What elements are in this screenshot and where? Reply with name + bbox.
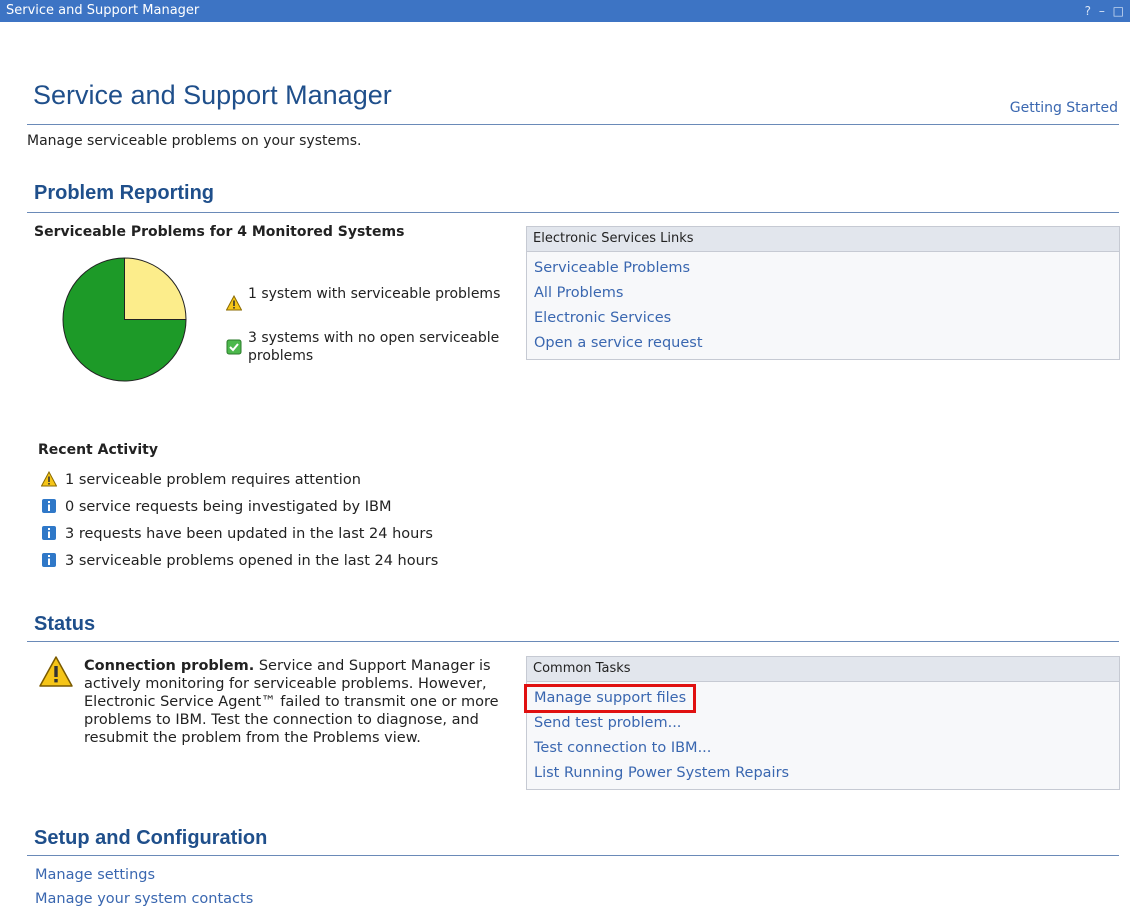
page-title: Service and Support Manager xyxy=(33,80,392,110)
link-serviceable-problems[interactable]: Serviceable Problems xyxy=(527,256,1119,281)
link-electronic-services[interactable]: Electronic Services xyxy=(527,306,1119,331)
link-list-running-repairs[interactable]: List Running Power System Repairs xyxy=(527,761,1119,786)
serviceable-problems-pie-chart xyxy=(62,257,187,382)
problem-reporting-divider xyxy=(27,212,1119,213)
panel-header: Common Tasks xyxy=(527,657,1119,682)
activity-text: 3 serviceable problems opened in the las… xyxy=(65,553,439,569)
status-heading: Status xyxy=(34,613,96,635)
activity-item: 0 service requests being investigated by… xyxy=(41,497,391,517)
legend-label: 1 system with serviceable problems xyxy=(248,286,501,302)
warning-icon xyxy=(39,656,73,687)
activity-text: 1 serviceable problem requires attention xyxy=(65,472,361,488)
warning-icon xyxy=(226,295,242,311)
header-divider xyxy=(27,124,1119,125)
window-titlebar: Service and Support Manager ? – □ xyxy=(0,0,1130,22)
warning-icon xyxy=(41,471,57,487)
link-manage-support-files[interactable]: Manage support files xyxy=(523,684,1119,713)
electronic-services-links-panel: Electronic Services Links Serviceable Pr… xyxy=(526,226,1120,360)
info-icon xyxy=(42,526,56,540)
activity-item: 3 serviceable problems opened in the las… xyxy=(41,551,438,571)
activity-text: 3 requests have been updated in the last… xyxy=(65,526,433,542)
info-icon xyxy=(42,553,56,567)
activity-item: 1 serviceable problem requires attention xyxy=(41,470,361,490)
common-tasks-panel: Common Tasks Manage support files Send t… xyxy=(523,656,1120,790)
panel-header: Electronic Services Links xyxy=(527,227,1119,252)
status-divider xyxy=(27,641,1119,642)
legend-label: 3 systems with no open serviceable probl… xyxy=(248,330,500,364)
chart-title: Serviceable Problems for 4 Monitored Sys… xyxy=(34,224,405,240)
link-test-connection[interactable]: Test connection to IBM... xyxy=(527,736,1119,761)
setup-heading: Setup and Configuration xyxy=(34,827,268,849)
activity-item: 3 requests have been updated in the last… xyxy=(41,524,433,544)
pie-slice xyxy=(124,257,187,320)
problem-reporting-heading: Problem Reporting xyxy=(34,182,215,204)
activity-text: 0 service requests being investigated by… xyxy=(65,499,392,515)
highlight-box[interactable]: Manage support files xyxy=(523,684,697,713)
recent-activity-heading: Recent Activity xyxy=(38,442,158,458)
getting-started-link[interactable]: Getting Started xyxy=(1010,100,1118,116)
link-manage-settings[interactable]: Manage settings xyxy=(35,867,155,883)
connection-problem-message: Connection problem. Service and Support … xyxy=(84,657,524,747)
window-title: Service and Support Manager xyxy=(6,3,200,18)
setup-divider xyxy=(27,855,1119,856)
link-open-service-request[interactable]: Open a service request xyxy=(527,331,1119,356)
window-controls[interactable]: ? – □ xyxy=(1085,0,1126,22)
status-message-title: Connection problem. xyxy=(84,658,255,674)
page-subtitle: Manage serviceable problems on your syst… xyxy=(27,133,362,149)
info-icon xyxy=(42,499,56,513)
link-manage-system-contacts[interactable]: Manage your system contacts xyxy=(35,891,253,907)
check-icon xyxy=(226,339,242,355)
link-all-problems[interactable]: All Problems xyxy=(527,281,1119,306)
link-send-test-problem[interactable]: Send test problem... xyxy=(527,711,1119,736)
